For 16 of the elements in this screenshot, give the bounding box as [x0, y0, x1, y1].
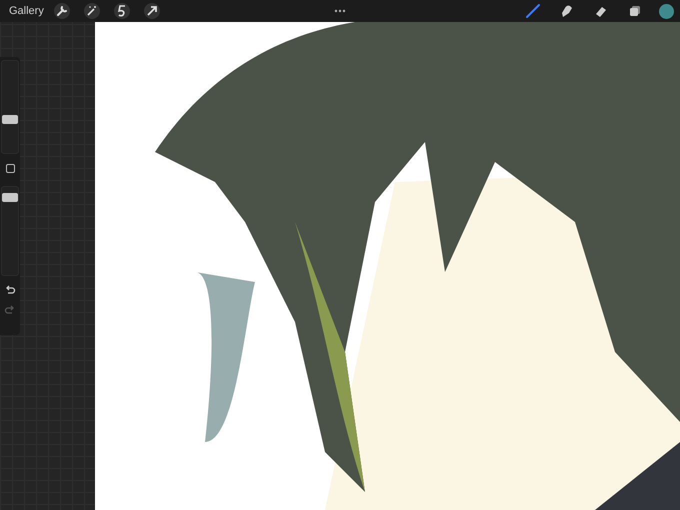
transform-icon[interactable]	[144, 3, 160, 19]
brush-icon[interactable]	[525, 3, 541, 19]
square-icon[interactable]	[6, 164, 14, 173]
undo-icon[interactable]	[4, 284, 16, 296]
more-icon[interactable]	[334, 9, 346, 13]
gallery-button[interactable]: Gallery	[9, 5, 44, 17]
wand-icon[interactable]	[84, 3, 100, 19]
wrench-icon[interactable]	[54, 3, 70, 19]
slider-thumb[interactable]	[2, 193, 18, 202]
brush-size-slider[interactable]	[1, 60, 19, 154]
slider-thumb[interactable]	[2, 114, 18, 124]
selection-icon[interactable]	[114, 3, 130, 19]
color-swatch[interactable]	[659, 4, 674, 18]
opacity-slider[interactable]	[1, 186, 19, 276]
layers-icon[interactable]	[627, 3, 643, 19]
smudge-icon[interactable]	[559, 3, 575, 19]
